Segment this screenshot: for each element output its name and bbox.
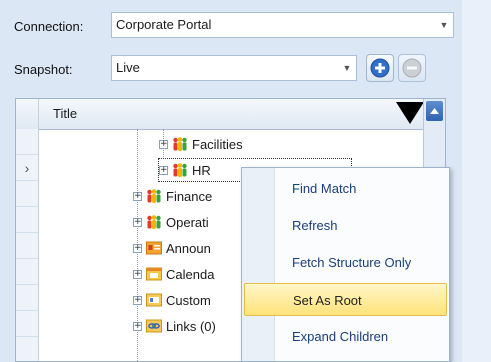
tree-node-label: HR (192, 162, 211, 178)
menu-item-label: Set As Root (293, 293, 362, 308)
expand-icon[interactable]: + (159, 165, 168, 175)
people-group-icon (172, 136, 188, 152)
row-indicator[interactable] (16, 207, 38, 233)
tree-node-label: Custom (166, 292, 211, 308)
header-indicator-cell (16, 99, 39, 129)
row-indicator[interactable] (16, 311, 38, 337)
people-group-icon (146, 214, 162, 230)
scroll-up-button[interactable] (426, 101, 443, 121)
tree-node[interactable]: + Finance (133, 185, 212, 207)
row-indicator[interactable] (16, 259, 38, 285)
tree-node-label: Operati (166, 214, 209, 230)
custom-list-icon (146, 292, 162, 308)
expand-icon[interactable]: + (133, 321, 142, 331)
menu-item-set-as-root[interactable]: Set As Root (244, 283, 447, 316)
expand-icon[interactable]: + (133, 295, 142, 305)
add-snapshot-button[interactable] (366, 54, 394, 82)
tree-node[interactable]: + Calenda (133, 263, 214, 285)
expand-icon[interactable]: + (133, 269, 142, 279)
expand-icon[interactable]: + (133, 243, 142, 253)
tree-node-label: Announ (166, 240, 211, 256)
connection-value: Corporate Portal (116, 17, 212, 32)
calendar-list-icon (146, 266, 162, 282)
tree-node[interactable]: + Custom (133, 289, 211, 311)
row-indicator[interactable] (16, 337, 38, 361)
links-list-icon (146, 318, 162, 334)
expand-icon[interactable]: + (159, 139, 168, 149)
current-row-indicator[interactable]: › (16, 155, 38, 181)
row-indicator[interactable] (16, 285, 38, 311)
row-indicator-column: › (16, 129, 39, 361)
row-indicator[interactable] (16, 181, 38, 207)
tree-node-label: Facilities (192, 136, 243, 152)
tree-node[interactable]: + Facilities (159, 133, 243, 155)
sort-descending-icon[interactable] (396, 102, 424, 124)
column-header-title[interactable]: Title (53, 106, 77, 121)
tree-node[interactable]: + Announ (133, 237, 211, 259)
expand-icon[interactable]: + (133, 191, 142, 201)
menu-item-label: Refresh (292, 218, 338, 233)
expand-icon[interactable]: + (133, 217, 142, 227)
people-group-icon (172, 162, 188, 178)
menu-item-expand-children[interactable]: Expand Children (244, 320, 447, 353)
snapshot-dropdown[interactable]: Live ▼ (111, 55, 357, 81)
menu-item-label: Fetch Structure Only (292, 255, 412, 270)
announcements-list-icon (146, 240, 162, 256)
chevron-down-icon[interactable]: ▼ (435, 13, 453, 37)
menu-item-label: Expand Children (292, 329, 389, 344)
tree-node-label: Links (0) (166, 318, 216, 334)
grid-header: Title (16, 99, 445, 130)
row-indicator[interactable] (16, 233, 38, 259)
tree-node-label: Finance (166, 188, 213, 204)
people-group-icon (146, 188, 162, 204)
connection-dropdown[interactable]: Corporate Portal ▼ (111, 12, 454, 38)
connection-label: Connection: (14, 19, 84, 34)
right-rail (462, 0, 491, 362)
minus-circle-icon (402, 58, 422, 78)
chevron-up-icon (430, 108, 439, 114)
snapshot-value: Live (116, 60, 140, 75)
menu-item-fetch-structure-only[interactable]: Fetch Structure Only (244, 246, 447, 279)
menu-item-find-match[interactable]: Find Match (244, 172, 447, 205)
plus-circle-icon (370, 58, 390, 78)
tree-node[interactable]: + Operati (133, 211, 209, 233)
chevron-down-icon[interactable]: ▼ (338, 56, 356, 80)
snapshot-label: Snapshot: (14, 62, 73, 77)
remove-snapshot-button[interactable] (398, 54, 426, 82)
tree-node-label: Calenda (166, 266, 215, 282)
tree-node[interactable]: + Links (0) (133, 315, 216, 337)
menu-item-refresh[interactable]: Refresh (244, 209, 447, 242)
row-indicator[interactable] (16, 129, 38, 155)
menu-item-label: Find Match (292, 181, 357, 196)
context-menu: Find Match Refresh Fetch Structure Only Set… (241, 167, 450, 362)
